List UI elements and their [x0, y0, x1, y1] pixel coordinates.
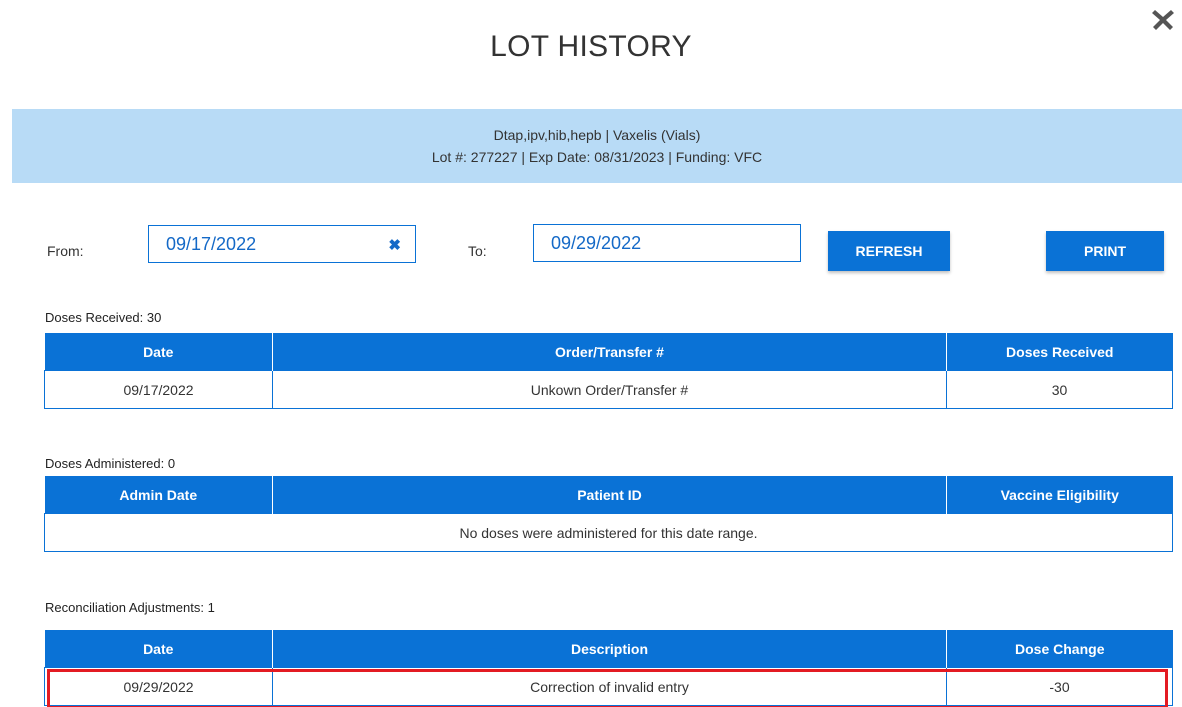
reconciliation-label: Reconciliation Adjustments: 1: [45, 600, 215, 615]
table-header-row: Date Description Dose Change: [44, 630, 1173, 668]
table-cell: Unkown Order/Transfer #: [272, 370, 947, 409]
from-label: From:: [47, 243, 84, 259]
table-row: 09/17/2022 Unkown Order/Transfer # 30: [44, 370, 1173, 409]
table-cell: 30: [946, 370, 1173, 409]
table-cell: 09/17/2022: [44, 370, 273, 409]
column-header[interactable]: Order/Transfer #: [272, 333, 947, 371]
column-header[interactable]: Patient ID: [272, 476, 947, 514]
to-date-value: 09/29/2022: [551, 233, 642, 253]
to-label: To:: [468, 243, 487, 259]
lot-info-banner: Dtap,ipv,hib,hepb | Vaxelis (Vials) Lot …: [12, 109, 1182, 183]
column-header[interactable]: Doses Received: [946, 333, 1173, 371]
refresh-button[interactable]: REFRESH: [828, 231, 950, 271]
to-date-field[interactable]: 09/29/2022: [533, 224, 801, 262]
table-cell: -30: [946, 667, 1173, 706]
column-header[interactable]: Vaccine Eligibility: [946, 476, 1173, 514]
table-cell: 09/29/2022: [44, 667, 273, 706]
column-header[interactable]: Admin Date: [44, 476, 273, 514]
vaccine-info: Dtap,ipv,hib,hepb | Vaxelis (Vials): [493, 127, 701, 143]
clear-date-icon[interactable]: ✖: [388, 236, 401, 254]
close-icon[interactable]: [1150, 6, 1176, 32]
date-filter-row: From: 09/17/2022 ✖ To: 09/29/2022 REFRES…: [0, 224, 1182, 272]
doses-received-label: Doses Received: 30: [45, 310, 162, 325]
from-date-field[interactable]: 09/17/2022 ✖: [148, 225, 416, 263]
table-header-row: Date Order/Transfer # Doses Received: [44, 333, 1173, 371]
from-date-value: 09/17/2022: [166, 234, 257, 254]
empty-message: No doses were administered for this date…: [44, 513, 1173, 552]
reconciliation-table: Date Description Dose Change 09/29/2022 …: [44, 630, 1173, 706]
dialog-title: LOT HISTORY: [490, 30, 692, 63]
table-row: 09/29/2022 Correction of invalid entry -…: [44, 667, 1173, 706]
lot-details: Lot #: 277227 | Exp Date: 08/31/2023 | F…: [431, 149, 763, 165]
column-header[interactable]: Date: [44, 630, 273, 668]
doses-administered-table: Admin Date Patient ID Vaccine Eligibilit…: [44, 476, 1173, 552]
column-header[interactable]: Description: [272, 630, 947, 668]
column-header[interactable]: Date: [44, 333, 273, 371]
table-cell: Correction of invalid entry: [272, 667, 947, 706]
table-header-row: Admin Date Patient ID Vaccine Eligibilit…: [44, 476, 1173, 514]
column-header[interactable]: Dose Change: [946, 630, 1173, 668]
lot-history-dialog: LOT HISTORY Dtap,ipv,hib,hepb | Vaxelis …: [0, 0, 1182, 707]
doses-administered-label: Doses Administered: 0: [45, 456, 176, 471]
print-button[interactable]: PRINT: [1046, 231, 1164, 271]
doses-received-table: Date Order/Transfer # Doses Received 09/…: [44, 333, 1173, 409]
table-row: No doses were administered for this date…: [44, 513, 1173, 552]
